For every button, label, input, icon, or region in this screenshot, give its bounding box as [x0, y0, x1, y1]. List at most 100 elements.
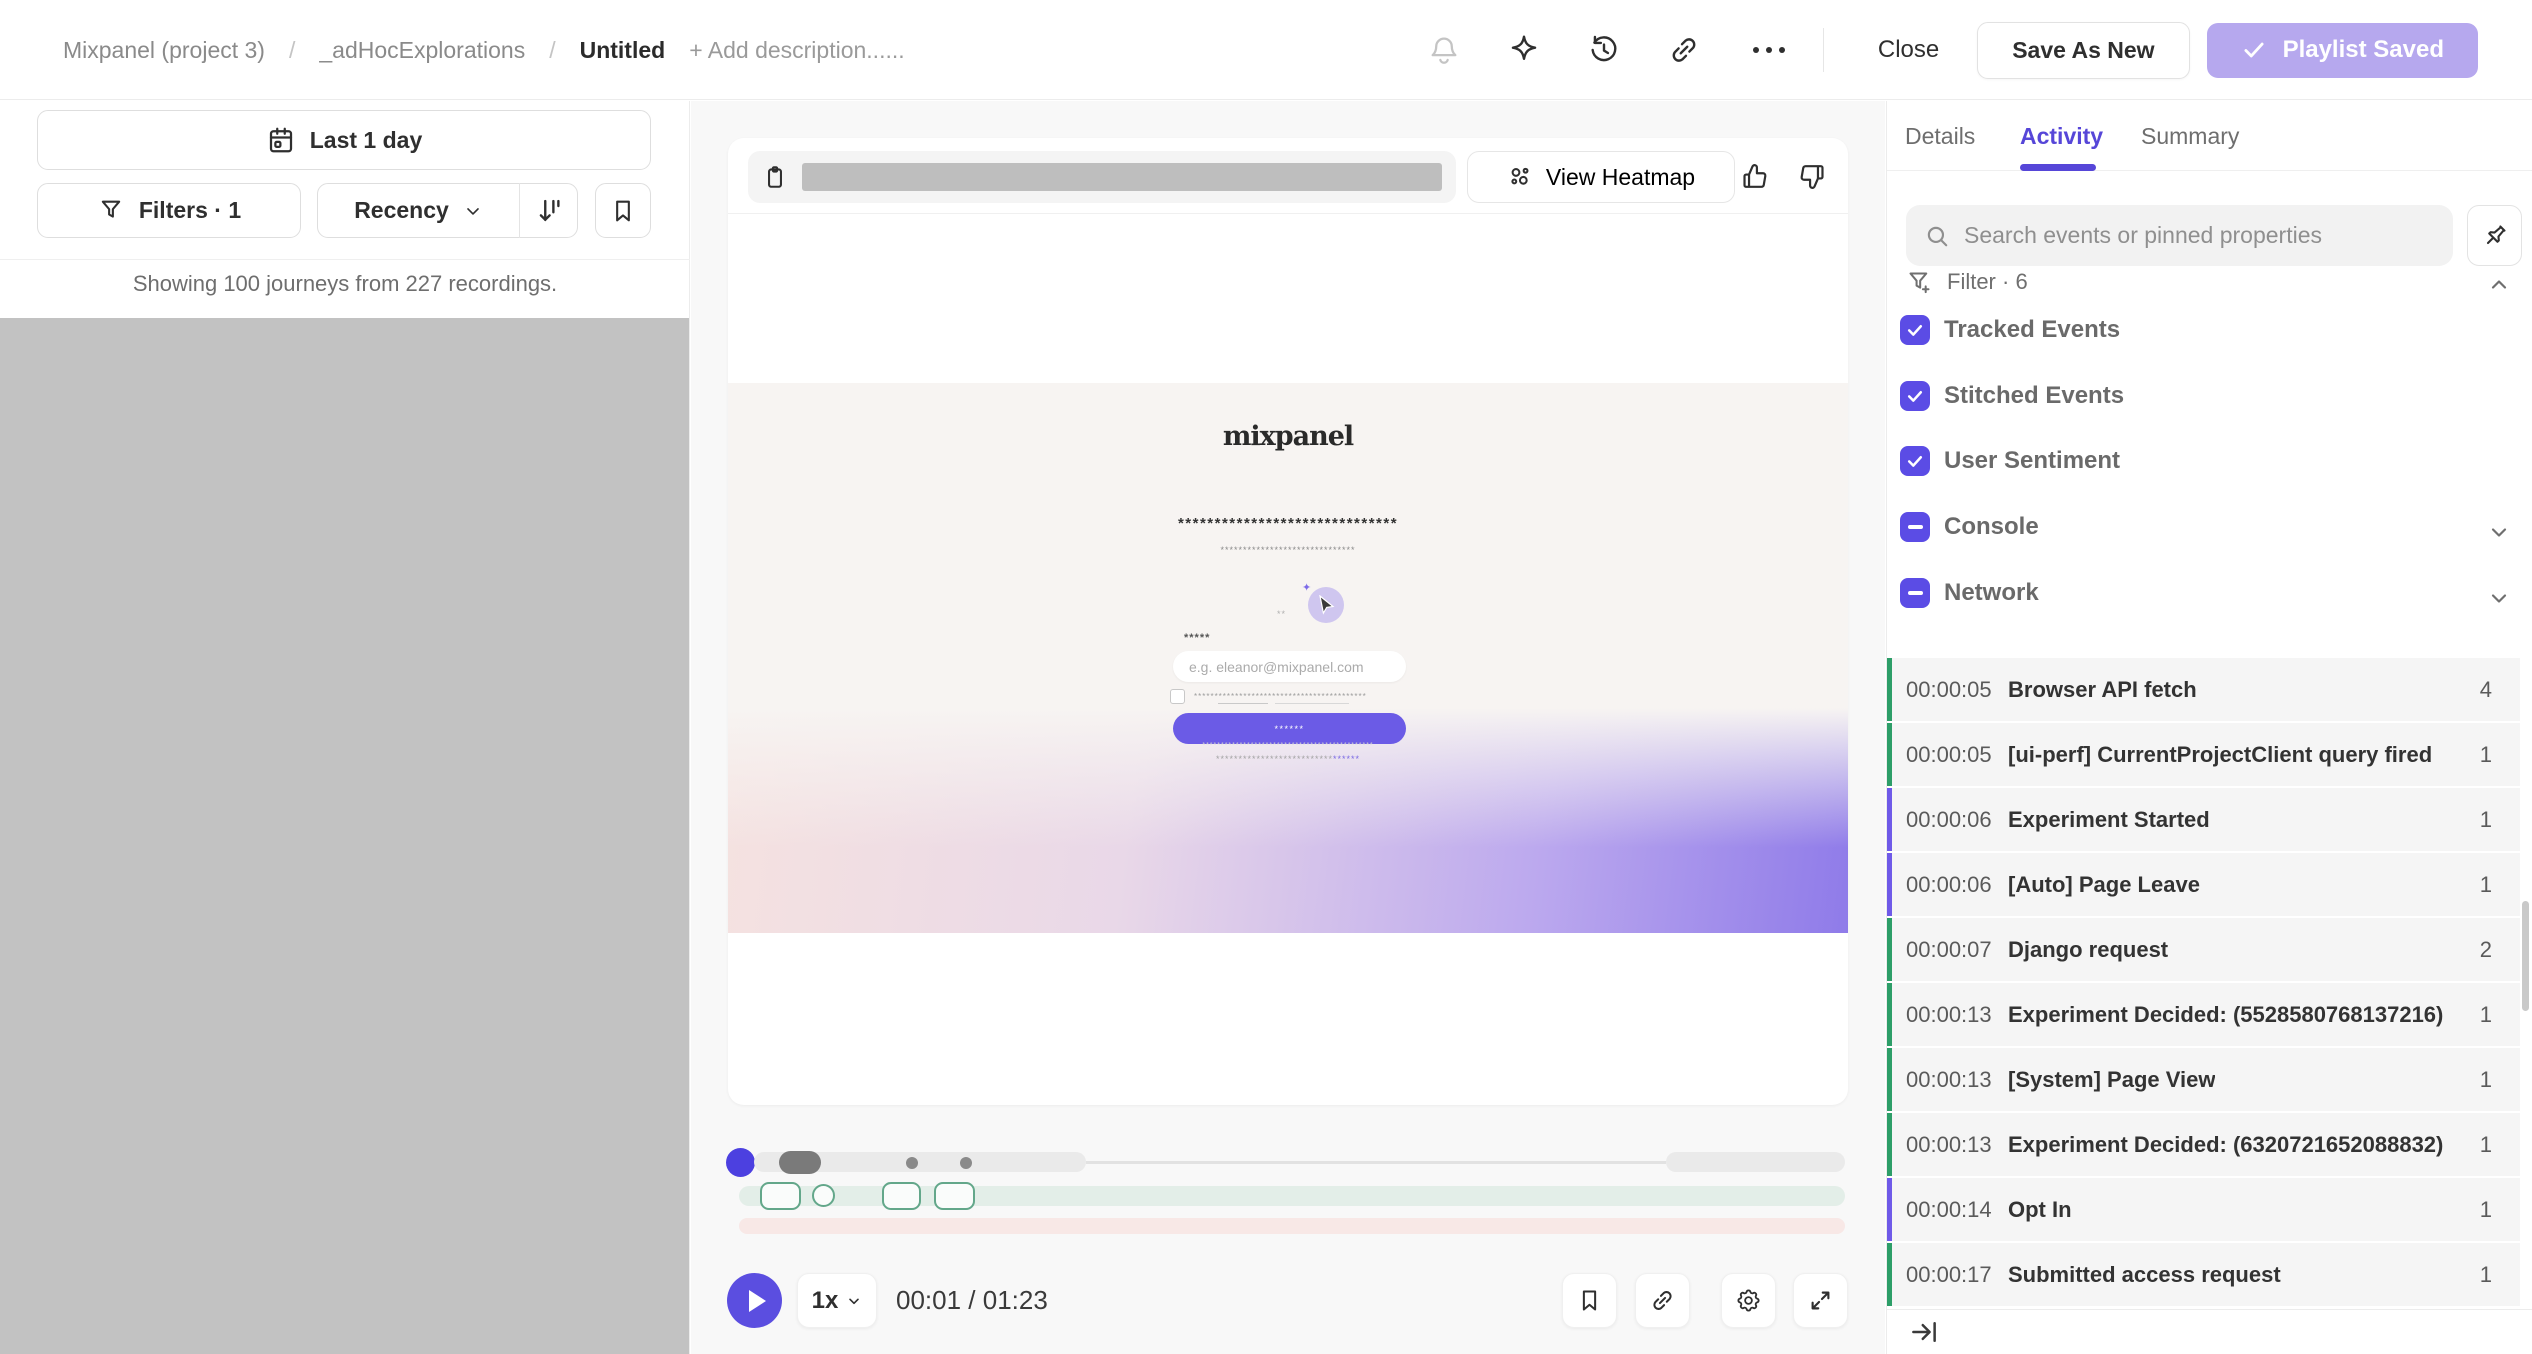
thumbs-up-icon[interactable] — [1740, 161, 1771, 192]
timeline-event-marker[interactable] — [812, 1184, 835, 1207]
sort-direction-button[interactable] — [520, 196, 577, 226]
view-heatmap-label: View Heatmap — [1546, 164, 1695, 191]
timeline-idle-track[interactable] — [1086, 1161, 1666, 1164]
search-input[interactable]: Search events or pinned properties — [1906, 205, 2453, 266]
timeline-event-marker[interactable] — [760, 1182, 801, 1210]
event-count: 1 — [2480, 983, 2492, 1046]
fullscreen-button[interactable] — [1793, 1273, 1848, 1328]
event-time: 00:00:13 — [1906, 983, 1992, 1046]
breadcrumb-project[interactable]: Mixpanel (project 3) — [63, 37, 265, 64]
playback-speed-button[interactable]: 1x — [797, 1273, 877, 1328]
timeline-playhead[interactable] — [726, 1148, 755, 1177]
expand-network-chevron-down-icon[interactable] — [2487, 586, 2511, 610]
event-row[interactable]: 00:00:13 Experiment Decided: (5528580768… — [1887, 983, 2520, 1046]
tab-summary[interactable]: Summary — [2141, 101, 2239, 171]
event-time: 00:00:13 — [1906, 1113, 1992, 1176]
event-filter-header[interactable]: Filter · 6 — [1906, 266, 2028, 298]
redacted-underline — [1218, 703, 1268, 704]
event-type-indicator — [1887, 1048, 1892, 1111]
event-row[interactable]: 00:00:06 Experiment Started 1 — [1887, 788, 2520, 851]
event-count: 1 — [2480, 788, 2492, 851]
history-icon[interactable] — [1585, 31, 1623, 69]
report-title[interactable]: Untitled — [580, 37, 666, 64]
filters-button[interactable]: Filters · 1 — [37, 183, 301, 238]
event-type-indicator — [1887, 723, 1892, 786]
activity-panel: Details Activity Summary Search events o… — [1886, 101, 2532, 1354]
gear-icon — [1735, 1287, 1762, 1314]
player-settings-button[interactable] — [1721, 1273, 1776, 1328]
event-row[interactable]: 00:00:05 Browser API fetch 4 — [1887, 658, 2520, 721]
events-scrollbar[interactable] — [2522, 901, 2529, 1011]
event-label: Submitted access request — [2008, 1243, 2281, 1306]
indeterminate-icon — [1908, 525, 1923, 529]
notifications-bell-icon[interactable] — [1425, 31, 1463, 69]
event-time: 00:00:07 — [1906, 918, 1992, 981]
check-icon — [1905, 451, 1925, 471]
sort-controls: Recency — [317, 183, 578, 238]
event-row[interactable]: 00:00:17 Submitted access request 1 — [1887, 1243, 2520, 1306]
calendar-icon — [266, 125, 296, 155]
tab-activity[interactable]: Activity — [2020, 101, 2103, 171]
redacted-link[interactable]: ****** — [1333, 754, 1360, 764]
event-row[interactable]: 00:00:05 [ui-perf] CurrentProjectClient … — [1887, 723, 2520, 786]
collapse-filters-chevron-up-icon[interactable] — [2487, 273, 2511, 297]
view-heatmap-button[interactable]: View Heatmap — [1467, 151, 1735, 203]
event-type-indicator — [1887, 853, 1892, 916]
checkbox-indeterminate[interactable] — [1900, 512, 1930, 542]
share-link-button[interactable] — [1635, 1273, 1690, 1328]
breadcrumb-board[interactable]: _adHocExplorations — [319, 37, 525, 64]
event-label: Browser API fetch — [2008, 658, 2197, 721]
redacted-subtext: ****************************************… — [728, 742, 1848, 749]
breadcrumb-separator: / — [289, 37, 295, 64]
consent-checkbox[interactable] — [1170, 689, 1185, 704]
bookmark-moment-button[interactable] — [1562, 1273, 1617, 1328]
collapse-panel-icon[interactable] — [1909, 1317, 1939, 1347]
timeline-event-marker[interactable] — [882, 1182, 921, 1210]
date-range-button[interactable]: Last 1 day — [37, 110, 651, 170]
checkbox-indeterminate[interactable] — [1900, 578, 1930, 608]
event-row[interactable]: 00:00:14 Opt In 1 — [1887, 1178, 2520, 1241]
event-label: Opt In — [2008, 1178, 2072, 1241]
expand-icon — [1807, 1287, 1834, 1314]
replay-url-bar — [748, 151, 1456, 203]
sort-by-dropdown[interactable]: Recency — [318, 197, 519, 224]
more-options-icon[interactable] — [1753, 47, 1785, 53]
pinned-properties-button[interactable] — [2467, 205, 2522, 266]
checkbox-checked[interactable] — [1900, 315, 1930, 345]
mouse-cursor-icon — [1316, 595, 1336, 617]
filter-count-label: Filter · 6 — [1947, 269, 2028, 295]
event-row[interactable]: 00:00:13 Experiment Decided: (6320721652… — [1887, 1113, 2520, 1176]
filter-row-stitched-events: Stitched Events — [1887, 381, 2532, 411]
clipboard-icon[interactable] — [762, 164, 788, 190]
event-label: [Auto] Page Leave — [2008, 853, 2200, 916]
event-label: Django request — [2008, 918, 2168, 981]
search-icon — [1924, 223, 1950, 249]
replay-stage: View Heatmap mixpanel ******************… — [728, 138, 1848, 1105]
timeline-error-track[interactable] — [739, 1218, 1845, 1234]
checkbox-checked[interactable] — [1900, 381, 1930, 411]
add-description-button[interactable]: + Add description...... — [689, 37, 904, 64]
event-row[interactable]: 00:00:06 [Auto] Page Leave 1 — [1887, 853, 2520, 916]
close-button[interactable]: Close — [1862, 26, 1955, 74]
saved-views-button[interactable] — [595, 183, 651, 238]
active-tab-underline — [2020, 164, 2096, 171]
timeline-event-marker[interactable] — [934, 1182, 975, 1210]
checkbox-checked[interactable] — [1900, 446, 1930, 476]
timeline-activity-track[interactable] — [1666, 1152, 1845, 1172]
expand-console-chevron-down-icon[interactable] — [2487, 520, 2511, 544]
mixpanel-logo: mixpanel — [728, 421, 1848, 452]
event-row[interactable]: 00:00:13 [System] Page View 1 — [1887, 1048, 2520, 1111]
header-divider — [1823, 28, 1824, 72]
ai-sparkle-icon[interactable] — [1505, 31, 1543, 69]
submit-button-redacted[interactable]: ****** — [1173, 713, 1406, 744]
save-as-new-button[interactable]: Save As New — [1977, 22, 2189, 79]
thumbs-down-icon[interactable] — [1796, 161, 1827, 192]
playlist-saved-button[interactable]: Playlist Saved — [2207, 23, 2478, 78]
journeys-list-redacted — [0, 318, 689, 1354]
copy-link-icon[interactable] — [1665, 31, 1703, 69]
session-replay-app: Mixpanel (project 3) / _adHocExploration… — [0, 0, 2532, 1354]
event-row[interactable]: 00:00:07 Django request 2 — [1887, 918, 2520, 981]
play-button[interactable] — [727, 1273, 782, 1328]
email-field[interactable] — [1173, 651, 1406, 682]
tab-details[interactable]: Details — [1905, 101, 1975, 171]
